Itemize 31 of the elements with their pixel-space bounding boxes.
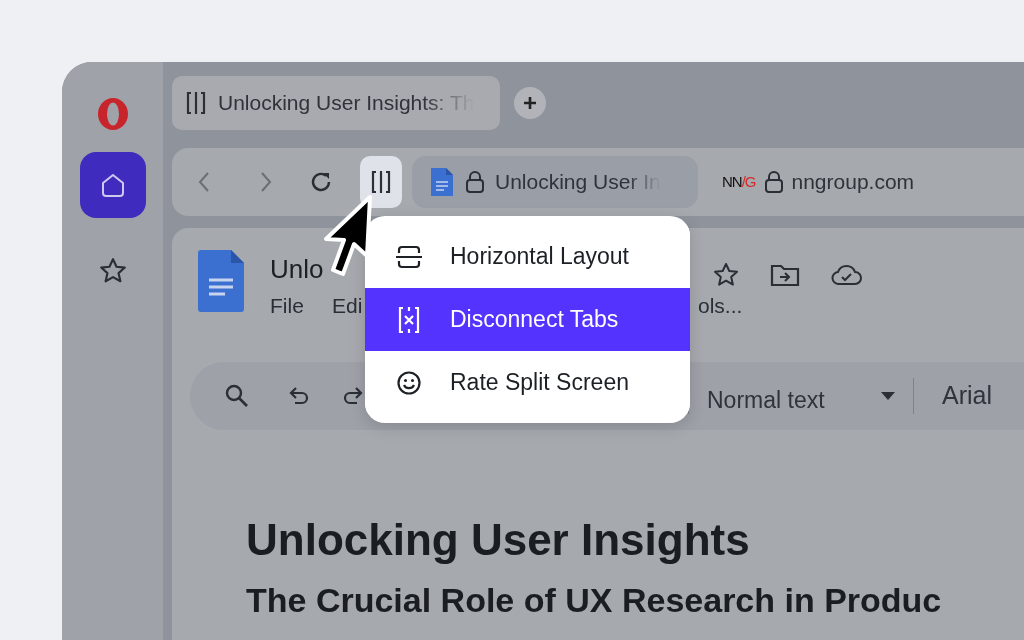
docs-icon [198, 250, 244, 312]
caret-icon [881, 392, 895, 400]
lock-icon [465, 170, 485, 194]
split-view-icon [184, 90, 208, 116]
smiley-icon [396, 369, 422, 396]
lock-icon [763, 170, 784, 194]
document-heading: Unlocking User Insights [246, 514, 751, 566]
new-tab-button[interactable] [514, 87, 546, 119]
style-dropdown[interactable]: Normal text [707, 374, 903, 418]
document-subheading: The Crucial Role of UX Research in Produc [246, 580, 943, 620]
document-icon [429, 166, 455, 198]
home-button[interactable] [79, 152, 146, 218]
disconnect-icon [396, 304, 422, 335]
document-title: Unlo [270, 253, 324, 286]
cloud-check-icon[interactable] [830, 263, 864, 287]
site-logo: NN/G [722, 171, 756, 192]
star-icon[interactable] [712, 261, 740, 289]
font-dropdown[interactable]: Arial [942, 377, 992, 415]
menu-item[interactable]: Rate Split Screen [365, 351, 690, 414]
plus-icon [522, 95, 538, 111]
folder-icon[interactable] [770, 262, 800, 288]
menu-item[interactable]: Horizontal Layout [365, 225, 690, 288]
split-view-icon [369, 169, 393, 195]
menu-item[interactable]: Disconnect Tabs [365, 288, 690, 351]
address-text: nngroup.com [791, 169, 915, 196]
horizontal-layout-icon [394, 244, 424, 269]
menu-item[interactable]: File [270, 290, 304, 322]
menu-item[interactable]: ols... [698, 290, 743, 322]
search-icon[interactable] [224, 383, 250, 409]
split-screen-button[interactable] [360, 156, 402, 208]
menu-item[interactable]: Edi [332, 290, 363, 322]
